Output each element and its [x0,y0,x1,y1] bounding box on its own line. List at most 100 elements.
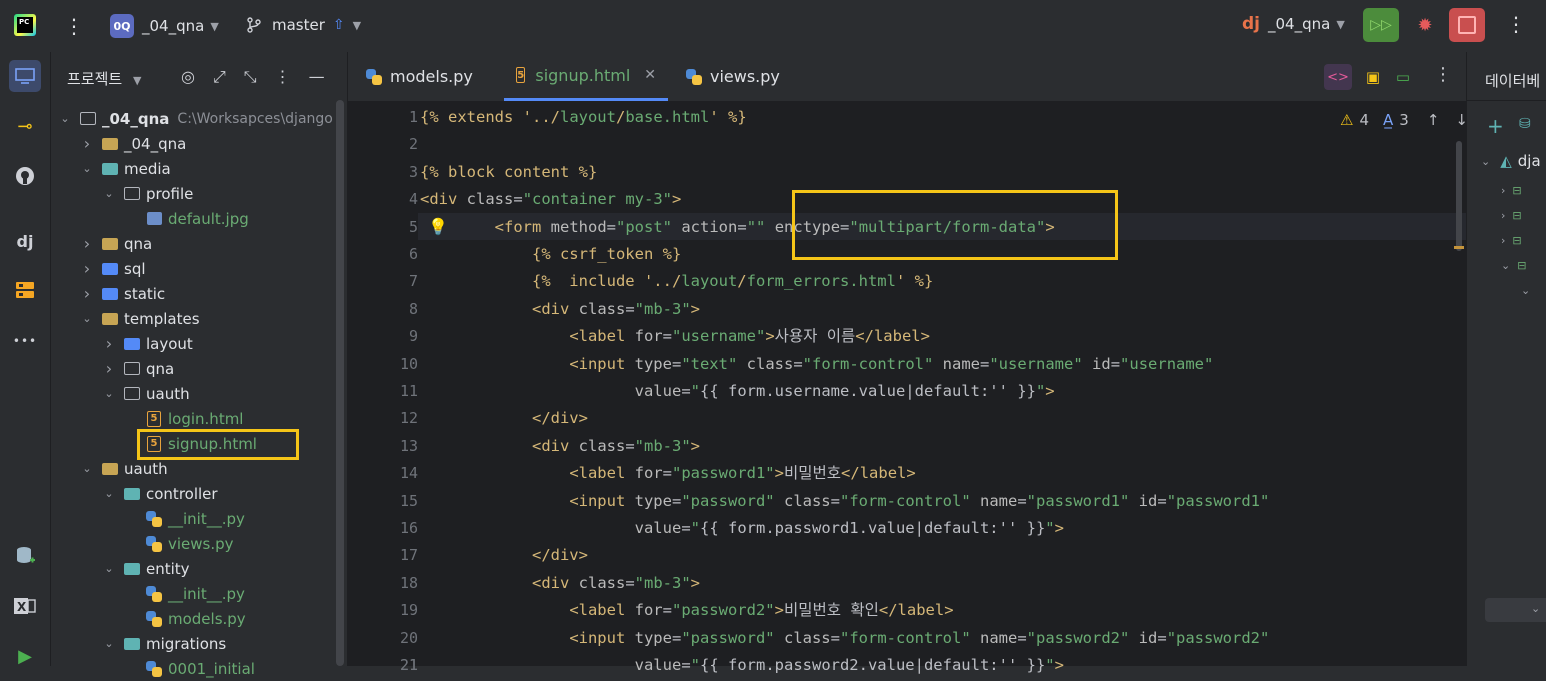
tree-item[interactable]: › static [79,281,165,306]
tree-item[interactable]: models.py [123,606,246,631]
project-tool-icon[interactable] [9,60,41,92]
code-line[interactable]: </div> [420,542,588,569]
editor-scrollbar[interactable] [1456,141,1462,251]
github-icon[interactable] [9,160,41,192]
code-line[interactable]: value="{{ form.password1.value|default:'… [420,515,1064,542]
split-view-icon[interactable]: ▭ [1390,64,1416,90]
tree-item[interactable]: ⌄ migrations [101,631,226,656]
chevron-right-icon[interactable]: › ⊟ [1501,178,1530,203]
tree-item[interactable]: ⌄ entity [101,556,189,581]
code-line[interactable]: {% csrf_token %} [420,241,681,268]
tab-signup-html[interactable]: 5 signup.html ✕ [504,52,668,101]
options-icon[interactable]: ⋮ [275,67,291,87]
code-line[interactable]: <div class="container my-3"> [420,186,681,213]
excel-icon[interactable]: X [9,590,41,622]
tree-item[interactable]: ⌄ profile [101,181,193,206]
tree-item[interactable]: __init__.py [123,506,245,531]
django-structure-icon[interactable]: dj [9,225,41,257]
main-menu-icon[interactable]: ⋮ [64,14,84,38]
tree-item[interactable]: › layout [101,331,193,356]
more-tools-icon[interactable]: ••• [9,325,41,357]
code-line[interactable]: <div class="mb-3"> [420,296,700,323]
chevron-down-icon[interactable]: ⌄ [79,462,95,475]
code-line[interactable]: value="{{ form.username.value|default:''… [420,378,1055,405]
tab-options-icon[interactable]: ⋮ [1434,64,1452,85]
project-panel-scrollbar[interactable] [336,100,344,666]
debug-button[interactable]: ✹ [1407,8,1443,42]
tree-item[interactable]: 5 login.html [123,406,243,431]
tab-views-py[interactable]: views.py [686,52,780,101]
code-line[interactable]: <div class="mb-3"> [420,570,700,597]
typo-icon[interactable]: A̲ [1383,111,1393,129]
lightbulb-icon[interactable]: 💡 [428,217,448,236]
code-line[interactable]: <label for="password2">비밀번호 확인</label> [420,597,953,624]
more-actions-icon[interactable]: ⋮ [1506,12,1526,36]
chevron-right-icon[interactable]: › ⊟ [1501,203,1530,228]
stop-button[interactable] [1449,8,1485,42]
chevron-down-icon[interactable]: ⌄ [79,162,95,175]
chevron-down-icon[interactable]: ⌄ [101,637,117,650]
code-line[interactable]: {% extends '../layout/base.html' %} [420,104,747,131]
chevron-down-icon[interactable]: ⌄ ⊟ [1501,253,1530,278]
code-line[interactable]: </div> [420,405,588,432]
close-icon[interactable]: ✕ [644,67,656,83]
chevron-down-icon[interactable]: ⌄ [79,312,95,325]
database-icon[interactable]: ⛁ [1519,116,1531,132]
code-line[interactable]: {% include '../layout/form_errors.html' … [420,268,933,295]
expand-all-icon[interactable]: ⤢ [213,67,226,87]
tree-item[interactable]: › _04_qna [79,131,187,156]
tab-models-py[interactable]: models.py [366,52,473,101]
database-add-icon[interactable] [9,540,41,572]
tree-item[interactable]: › qna [101,356,174,381]
tree-item[interactable]: ⌄ controller [101,481,217,506]
tree-item[interactable]: ⌄ media [79,156,170,181]
code-view-icon[interactable]: <> [1324,64,1352,90]
chevron-right-icon[interactable]: › [79,284,95,303]
chevron-right-icon[interactable]: › ⊟ [1501,228,1530,253]
code-line[interactable]: <input type="text" class="form-control" … [420,351,1213,378]
tree-item[interactable]: ⌄ templates [79,306,199,331]
collapse-button[interactable]: ⌄ [1485,598,1546,622]
run-config-selector[interactable]: dj _04_qna ▼ [1242,14,1345,34]
chevron-down-icon[interactable]: ⌄ [1501,278,1530,303]
tree-item[interactable]: __init__.py [123,581,245,606]
tree-item[interactable]: default.jpg [123,206,249,231]
arrow-up-icon[interactable]: ↑ [1427,111,1440,129]
chevron-right-icon[interactable]: › [101,359,117,378]
tree-item[interactable]: › qna [79,231,152,256]
project-panel-header[interactable]: 프로젝트 ▼ [67,68,141,89]
code-line[interactable]: <label for="username">사용자 이름</label> [420,323,930,350]
db-root-row[interactable]: ⌄ ◭ dja [1481,152,1541,170]
tree-item[interactable]: 0001_initial [123,656,255,681]
commit-icon[interactable]: ⊸ [9,110,41,142]
add-icon[interactable]: + [1487,114,1504,138]
chevron-down-icon[interactable]: ⌄ [101,187,117,200]
chevron-down-icon[interactable]: ⌄ [101,487,117,500]
tree-item[interactable]: views.py [66,531,332,556]
collapse-all-icon[interactable]: ⤡ [244,67,257,87]
project-selector[interactable]: 0Q _04_qna ▼ [110,14,219,38]
code-line[interactable]: {% block content %} [420,159,597,186]
chevron-down-icon[interactable]: ⌄ [101,562,117,575]
chevron-down-icon[interactable]: ⌄ [101,387,117,400]
chevron-right-icon[interactable]: › [101,334,117,353]
code-line[interactable]: <input type="password" class="form-contr… [420,488,1269,515]
chevron-right-icon[interactable]: › [79,134,95,153]
code-line[interactable]: <input type="password" class="form-contr… [420,625,1269,652]
code-line[interactable]: <label for="password1">비밀번호</label> [420,460,915,487]
code-line[interactable]: <div class="mb-3"> [420,433,700,460]
locate-icon[interactable]: ◎ [181,67,195,87]
tree-item[interactable]: ⌄ uauth [101,381,189,406]
code-editor[interactable]: 1 2 3 4 5 6 7 8 9 10 11 12 13 14 15 16 17 18 19 20 21 21 {% e… [348,101,1468,674]
hide-icon[interactable]: — [309,67,325,87]
tree-root[interactable]: ⌄ _04_qna C:\Worksapces\django [57,106,332,131]
run-button[interactable]: ▷▷ [1363,8,1399,42]
chevron-right-icon[interactable]: › [79,259,95,278]
chevron-right-icon[interactable]: › [79,234,95,253]
tree-item[interactable]: › sql [79,256,146,281]
pycharm-logo-icon[interactable]: PC [14,14,36,36]
branch-selector[interactable]: master ⇧ ▼ [246,16,361,34]
preview-icon[interactable]: ▣ [1360,64,1386,90]
run-tool-icon[interactable]: ▶ [9,640,41,672]
warning-icon[interactable]: ⚠ [1340,111,1353,129]
